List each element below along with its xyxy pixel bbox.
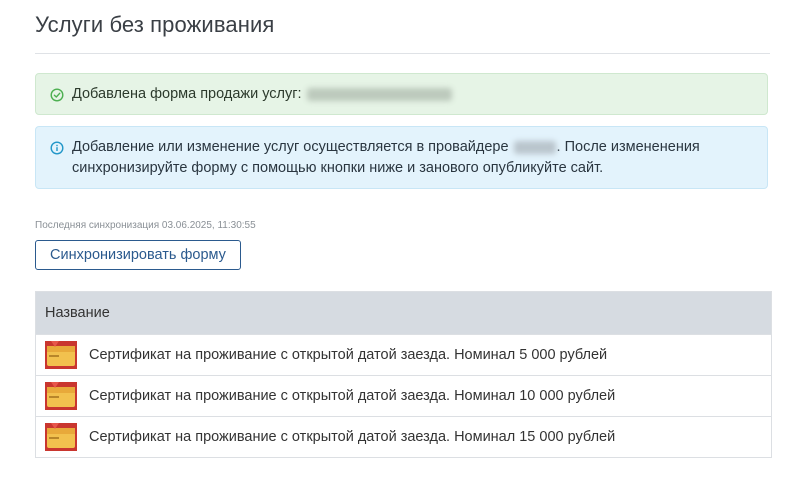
services-table: Название Сертификат на проживание с откр… [35,291,772,458]
redacted-provider-name [513,140,556,154]
info-circle-icon [50,141,64,155]
sync-form-button[interactable]: Синхронизировать форму [35,240,241,270]
info-alert-text: Добавление или изменение услуг осуществл… [72,137,755,179]
service-name: Сертификат на проживание с открытой дато… [89,388,616,404]
table-row[interactable]: Сертификат на проживание с открытой дато… [36,416,771,457]
success-alert-text: Добавлена форма продажи услуг: [72,84,755,105]
service-name: Сертификат на проживание с открытой дато… [89,347,608,363]
success-alert: Добавлена форма продажи услуг: [35,73,768,115]
title-divider [35,53,770,54]
info-alert-message-part1: Добавление или изменение услуг осуществл… [72,139,509,155]
last-sync-timestamp: Последняя синхронизация 03.06.2025, 11:3… [35,220,256,231]
gift-card-icon [45,423,77,451]
table-row[interactable]: Сертификат на проживание с открытой дато… [36,334,771,375]
table-header-name: Название [36,292,771,334]
success-alert-message: Добавлена форма продажи услуг: [72,86,302,102]
gift-card-icon [45,341,77,369]
table-row[interactable]: Сертификат на проживание с открытой дато… [36,375,771,416]
page-title: Услуги без проживания [35,12,275,37]
redacted-form-name [306,87,452,101]
check-circle-icon [50,88,64,102]
info-alert: Добавление или изменение услуг осуществл… [35,126,768,189]
service-name: Сертификат на проживание с открытой дато… [89,429,616,445]
gift-card-icon [45,382,77,410]
page: Услуги без проживания Добавлена форма пр… [0,0,802,488]
